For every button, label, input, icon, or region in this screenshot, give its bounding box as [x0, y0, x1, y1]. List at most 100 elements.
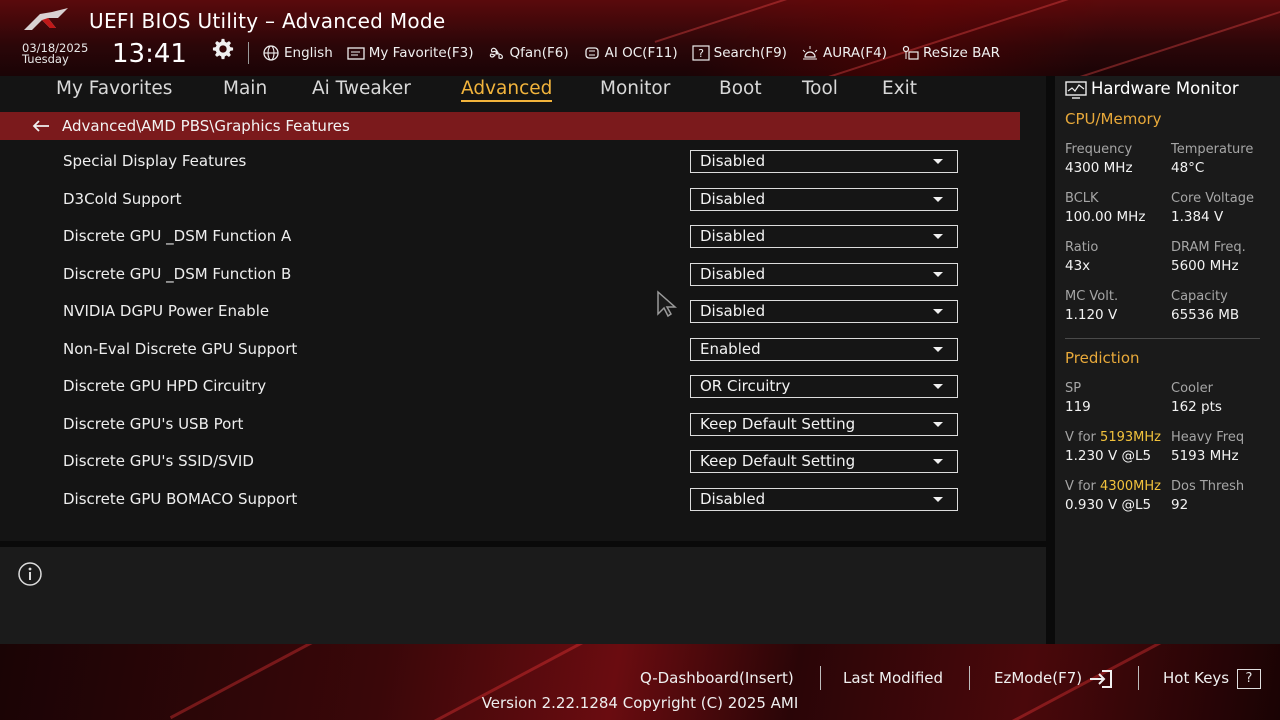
cooler-value: 162 pts [1171, 399, 1222, 415]
setting-dropdown[interactable]: Disabled [690, 150, 958, 173]
setting-row: Discrete GPU BOMACO Support Disabled [0, 483, 1046, 520]
chevron-down-icon [933, 159, 943, 164]
chevron-down-icon [933, 421, 943, 427]
setting-label: Special Display Features [63, 152, 247, 170]
setting-dropdown[interactable]: Keep Default Setting [690, 412, 958, 436]
dropdown-value: Disabled [700, 227, 766, 245]
qfan-button[interactable]: Qfan(F6) [488, 45, 569, 61]
chevron-down-icon [933, 196, 943, 202]
chevron-down-icon [933, 496, 943, 502]
stat-label: MC Volt. [1065, 289, 1119, 304]
setting-dropdown[interactable]: Disabled [690, 487, 958, 511]
svg-text:?: ? [698, 47, 704, 60]
v-for-value: 1.230 V @L5 [1065, 448, 1152, 464]
ezmode-button[interactable]: EzMode(F7) [994, 669, 1082, 687]
setting-label: Discrete GPU BOMACO Support [63, 489, 298, 508]
v-for-label: V for 4300MHz [1065, 479, 1161, 494]
dropdown-value: Disabled [700, 152, 766, 170]
search-button[interactable]: ? Search(F9) [692, 45, 787, 61]
setting-dropdown[interactable]: OR Circuitry [690, 375, 958, 398]
prediction-title: Prediction [1065, 349, 1140, 367]
dropdown-value: Enabled [700, 339, 761, 358]
setting-label: Discrete GPU's SSID/SVID [63, 452, 254, 470]
resize-bar-icon [902, 45, 919, 60]
dropdown-value: OR Circuitry [700, 377, 791, 395]
setting-row: Discrete GPU's SSID/SVID Keep Default Se… [0, 445, 1046, 482]
dos-thresh-label: Dos Thresh [1171, 479, 1245, 494]
ai-oc-label: AI OC(F11) [604, 45, 678, 61]
tab-main[interactable]: Main [223, 78, 267, 99]
stat-value: 48°C [1171, 160, 1205, 176]
panel-divider [1046, 76, 1055, 644]
tab-monitor[interactable]: Monitor [600, 78, 670, 99]
resize-bar-button[interactable]: ReSize BAR [901, 45, 1000, 61]
setting-label: NVIDIA DGPU Power Enable [63, 302, 270, 320]
setting-dropdown[interactable]: Enabled [690, 337, 958, 361]
setting-row: D3Cold Support Disabled [0, 183, 1046, 220]
stat-value: 43x [1065, 258, 1091, 274]
hot-keys-button[interactable]: Hot Keys [1163, 669, 1229, 687]
setting-row: Discrete GPU's USB Port Keep Default Set… [0, 408, 1046, 445]
stat-label: Capacity [1171, 289, 1228, 304]
setting-dropdown[interactable]: Keep Default Setting [690, 450, 958, 473]
date-display: 03/18/2025 Tuesday [22, 42, 88, 65]
settings-list: Special Display Features Disabled D3Cold… [0, 145, 1046, 540]
setting-label: Discrete GPU HPD Circuitry [63, 377, 267, 395]
resize-bar-label: ReSize BAR [923, 45, 1000, 61]
app-title: UEFI BIOS Utility – Advanced Mode [89, 9, 446, 33]
setting-dropdown[interactable]: Disabled [690, 187, 958, 211]
cooler-label: Cooler [1171, 381, 1213, 396]
clock-display: 13:41 [112, 39, 187, 69]
last-modified-button[interactable]: Last Modified [843, 669, 943, 687]
sp-label: SP [1065, 381, 1082, 396]
gear-icon[interactable] [212, 38, 234, 60]
v-for-value: 0.930 V @L5 [1065, 497, 1152, 513]
section-divider [1065, 338, 1260, 339]
monitor-icon [1065, 81, 1087, 99]
header-separator [248, 42, 249, 64]
exit-mode-icon[interactable] [1088, 669, 1114, 689]
stat-value: 65536 MB [1171, 307, 1240, 323]
stat-label: Core Voltage [1171, 191, 1254, 206]
chevron-down-icon [933, 384, 943, 389]
tab-advanced[interactable]: Advanced [461, 78, 553, 102]
chevron-down-icon [933, 309, 943, 314]
ai-oc-button[interactable]: AI OC(F11) [583, 45, 678, 61]
tab-exit[interactable]: Exit [882, 78, 917, 99]
footer-separator [820, 666, 821, 690]
main-tabs: My Favorites Main Ai Tweaker Advanced Mo… [0, 76, 1046, 106]
back-arrow-icon[interactable] [31, 118, 51, 134]
tab-my-favorites[interactable]: My Favorites [56, 78, 172, 99]
heavy-freq-label: Heavy Freq [1171, 430, 1245, 445]
setting-row: Discrete GPU HPD Circuitry OR Circuitry [0, 370, 1046, 407]
tab-ai-tweaker[interactable]: Ai Tweaker [312, 78, 411, 99]
setting-dropdown[interactable]: Disabled [690, 300, 958, 323]
stat-value: 1.384 V [1171, 209, 1224, 225]
dropdown-value: Disabled [700, 264, 766, 283]
aura-icon [802, 46, 818, 60]
version-text: Version 2.22.1284 Copyright (C) 2025 AMI [481, 694, 799, 712]
my-favorite-button[interactable]: My Favorite(F3) [347, 45, 474, 61]
hot-keys-icon[interactable]: ? [1237, 669, 1261, 689]
v-for-frequency: 4300MHz [1100, 479, 1161, 494]
v-for-prefix: V for [1065, 479, 1096, 494]
stat-label: DRAM Freq. [1171, 240, 1246, 255]
tab-boot[interactable]: Boot [719, 78, 762, 99]
tab-tool[interactable]: Tool [802, 78, 838, 99]
fan-icon [489, 47, 503, 60]
rog-logo-icon [24, 8, 68, 30]
q-dashboard-button[interactable]: Q-Dashboard(Insert) [640, 669, 794, 687]
heavy-freq-value: 5193 MHz [1171, 448, 1239, 464]
stat-value: 100.00 MHz [1065, 209, 1146, 225]
header-bar: UEFI BIOS Utility – Advanced Mode 03/18/… [0, 0, 1280, 76]
my-favorite-label: My Favorite(F3) [368, 45, 474, 61]
dos-thresh-value: 92 [1171, 497, 1189, 513]
aura-button[interactable]: AURA(F4) [801, 45, 887, 61]
v-for-prefix: V for [1065, 430, 1096, 445]
search-label: Search(F9) [713, 45, 787, 61]
dropdown-value: Disabled [700, 302, 766, 320]
language-button[interactable]: English [262, 45, 333, 61]
setting-dropdown[interactable]: Disabled [690, 225, 958, 248]
setting-row: Discrete GPU _DSM Function B Disabled [0, 258, 1046, 295]
setting-dropdown[interactable]: Disabled [690, 262, 958, 286]
